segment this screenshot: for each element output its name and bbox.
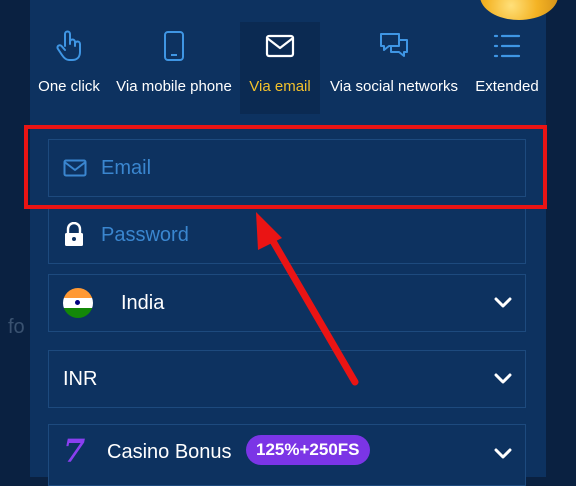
tab-social-networks[interactable]: Via social networks xyxy=(320,22,468,114)
tab-one-click[interactable]: One click xyxy=(30,22,108,114)
tab-extended[interactable]: Extended xyxy=(468,22,546,114)
tab-label: Extended xyxy=(475,78,539,95)
background-text: fo xyxy=(8,316,25,338)
password-field[interactable]: Password xyxy=(48,206,526,264)
password-placeholder: Password xyxy=(101,223,189,246)
tab-mobile-phone[interactable]: Via mobile phone xyxy=(108,22,240,114)
country-value: India xyxy=(121,291,165,314)
highlight-box xyxy=(24,125,547,209)
india-flag-icon xyxy=(63,288,93,318)
chat-bubbles-icon xyxy=(378,28,410,64)
country-select[interactable]: India xyxy=(48,274,526,332)
currency-value: INR xyxy=(63,367,98,390)
tab-label: Via email xyxy=(249,78,311,95)
bonus-label: Casino Bonus xyxy=(107,441,232,463)
tab-label: One click xyxy=(38,78,100,95)
casino-seven-icon: 7 xyxy=(63,432,86,470)
bonus-badge: 125%+250FS xyxy=(246,435,370,465)
chevron-down-icon xyxy=(493,275,513,331)
tab-via-email[interactable]: Via email xyxy=(240,22,320,114)
envelope-icon xyxy=(265,28,295,64)
currency-select[interactable]: INR xyxy=(48,350,526,408)
lock-icon xyxy=(63,207,85,263)
mobile-phone-icon xyxy=(163,28,185,64)
chevron-down-icon xyxy=(493,425,513,483)
hand-pointer-icon xyxy=(56,28,82,64)
registration-tabs: One click Via mobile phone Via email Via… xyxy=(30,22,546,114)
tab-label: Via social networks xyxy=(329,78,459,95)
list-icon xyxy=(493,28,521,64)
chevron-down-icon xyxy=(493,351,513,407)
tab-label: Via mobile phone xyxy=(116,78,232,95)
